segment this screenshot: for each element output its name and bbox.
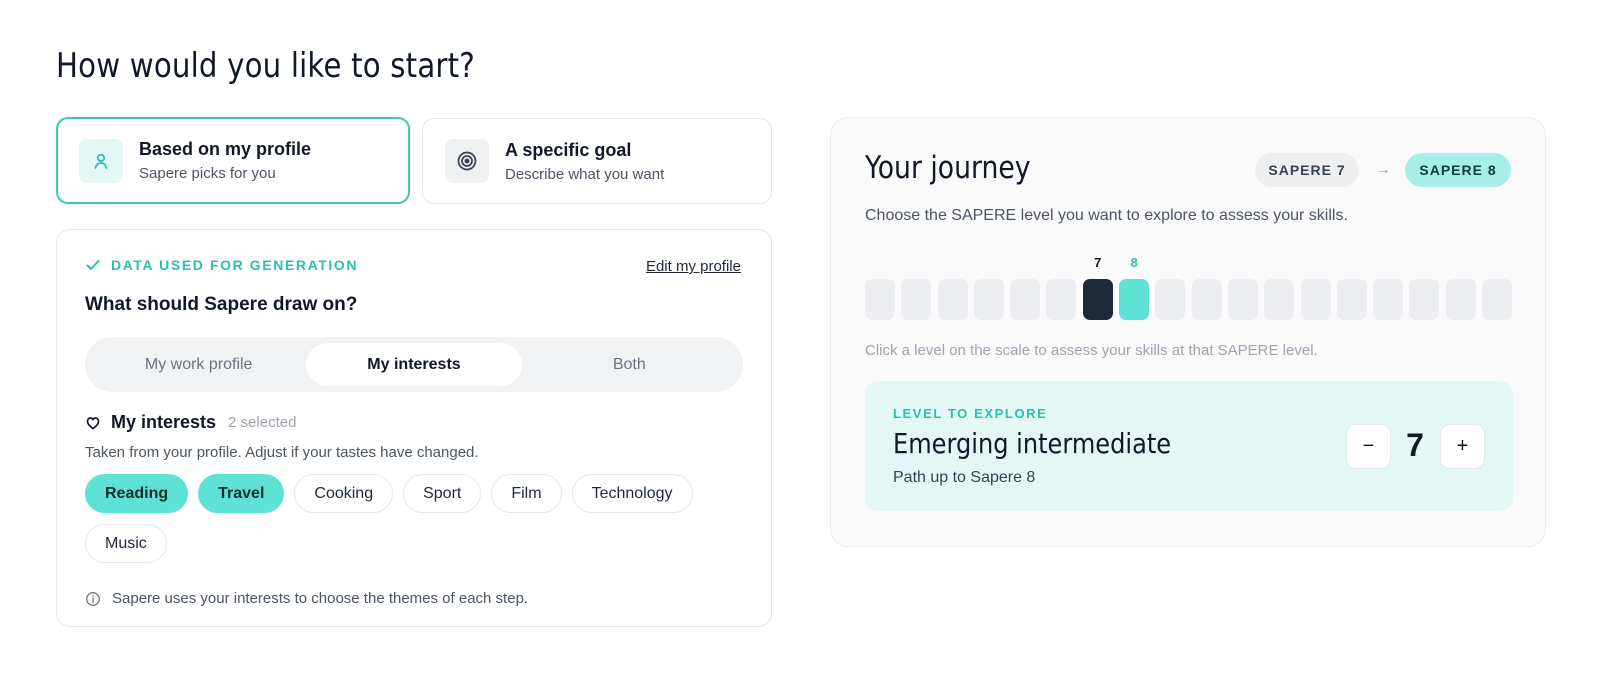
interests-title: My interests — [111, 412, 217, 432]
interest-chip-sport[interactable]: Sport — [403, 474, 482, 513]
level-cell-7[interactable]: 7 — [1082, 255, 1113, 320]
question-title: What should Sapere draw on? — [85, 294, 358, 315]
level-cell-10[interactable] — [1191, 279, 1222, 320]
level-cell-11[interactable] — [1227, 279, 1258, 320]
heart-icon — [86, 416, 100, 429]
footnote-text: Sapere uses your interests to choose the… — [112, 590, 529, 607]
interest-chip-cooking[interactable]: Cooking — [294, 474, 394, 513]
level-cell-12[interactable] — [1264, 279, 1295, 320]
mode-subtitle: Sapere picks for you — [139, 165, 276, 182]
level-decrement-button[interactable]: − — [1346, 424, 1391, 469]
source-segmented-control: My work profile My interests Both — [85, 337, 743, 392]
level-cell-3[interactable] — [937, 279, 968, 320]
level-label: LEVEL TO EXPLORE — [893, 406, 1048, 421]
level-cell-6[interactable] — [1046, 279, 1077, 320]
level-cell-9[interactable] — [1155, 279, 1186, 320]
interests-count: 2 selected — [228, 414, 297, 431]
segment-work-profile[interactable]: My work profile — [91, 343, 306, 386]
level-cell-15[interactable] — [1373, 279, 1404, 320]
from-level-badge: SAPERE 7 — [1255, 153, 1359, 187]
mode-title: Based on my profile — [139, 139, 312, 159]
info-icon — [86, 591, 100, 606]
level-cell-label: 8 — [1130, 255, 1138, 270]
level-cell-4[interactable] — [973, 279, 1004, 320]
interests-header: My interests 2 selected — [85, 412, 296, 433]
level-cell-2[interactable] — [901, 279, 932, 320]
check-icon — [86, 260, 100, 270]
segment-both[interactable]: Both — [522, 343, 737, 386]
interest-chip-reading[interactable]: Reading — [85, 474, 189, 513]
interest-chips: Reading Travel Cooking Sport Film Technology M… — [85, 474, 725, 563]
interest-chip-travel[interactable]: Travel — [198, 474, 285, 513]
level-stepper-value: 7 — [1406, 427, 1424, 463]
level-cell-14[interactable] — [1336, 279, 1367, 320]
level-cell-16[interactable] — [1409, 279, 1440, 320]
level-cell-label: 7 — [1094, 255, 1102, 270]
segment-my-interests[interactable]: My interests — [306, 343, 522, 386]
interest-chip-film[interactable]: Film — [491, 474, 562, 513]
data-source-card: DATA USED FOR GENERATION Edit my profile… — [56, 229, 772, 627]
edit-profile-link[interactable]: Edit my profile — [646, 258, 741, 275]
journey-panel: Your journey SAPERE 7 → SAPERE 8 Choose … — [830, 117, 1546, 547]
level-cell-13[interactable] — [1300, 279, 1331, 320]
level-scale: 78 — [865, 255, 1513, 320]
level-increment-button[interactable]: + — [1440, 424, 1485, 469]
data-used-text: DATA USED FOR GENERATION — [111, 257, 359, 273]
user-icon — [79, 138, 123, 183]
mode-card-goal[interactable]: A specific goal Describe what you want — [422, 118, 772, 204]
scale-hint: Click a level on the scale to assess you… — [865, 342, 1318, 359]
interests-footnote: Sapere uses your interests to choose the… — [85, 590, 528, 607]
mode-card-profile[interactable]: Based on my profile Sapere picks for you — [56, 117, 410, 204]
level-path: Path up to Sapere 8 — [893, 469, 1036, 486]
page-title: How would you like to start? — [56, 46, 475, 86]
level-cell-1[interactable] — [865, 279, 895, 320]
level-cell-5[interactable] — [1010, 279, 1041, 320]
mode-title: A specific goal — [505, 139, 632, 160]
level-cell-8[interactable]: 8 — [1119, 255, 1150, 320]
level-cell-17[interactable] — [1445, 279, 1476, 320]
interest-chip-technology[interactable]: Technology — [571, 474, 693, 513]
interest-chip-music[interactable]: Music — [85, 524, 167, 563]
arrow-right-icon: → — [1375, 161, 1391, 178]
interests-description: Taken from your profile. Adjust if your … — [85, 444, 479, 461]
journey-title: Your journey — [865, 150, 1031, 186]
level-name: Emerging intermediate — [893, 427, 1172, 460]
level-cell-18[interactable] — [1482, 279, 1513, 320]
to-level-badge: SAPERE 8 — [1405, 153, 1511, 187]
target-icon — [445, 139, 489, 183]
mode-subtitle: Describe what you want — [505, 165, 665, 183]
data-used-label: DATA USED FOR GENERATION — [85, 257, 358, 273]
journey-description: Choose the SAPERE level you want to expl… — [865, 207, 1348, 224]
level-to-explore-box: LEVEL TO EXPLORE Emerging intermediate P… — [865, 381, 1513, 511]
